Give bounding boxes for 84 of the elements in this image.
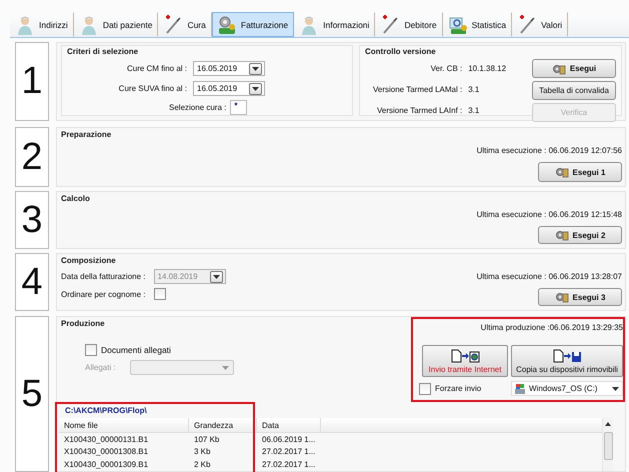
output-button[interactable]: Copia su dispositivi rimovibili — [511, 345, 623, 377]
last-run-text: Ultima esecuzione : 06.06.2019 12:15:48 — [476, 210, 622, 219]
step-number: 4 — [15, 253, 49, 311]
dropdown-caret-icon — [212, 274, 220, 278]
selection-field[interactable]: * — [230, 100, 248, 115]
version-value: 3.1 — [468, 85, 480, 94]
version-label: Versione Tarmed LAMal : — [373, 85, 462, 94]
field-label: Selezione cura : — [169, 103, 226, 112]
scroll-up-icon — [605, 422, 611, 426]
field-label: Cure SUVA fino al : — [118, 84, 187, 93]
group-title: Produzione — [61, 319, 106, 328]
doctor-icon — [15, 14, 35, 34]
gear-coin-icon — [554, 166, 569, 178]
tab[interactable]: Indirizzi — [10, 12, 74, 37]
version-label: Versione Tarmed LAInf : — [376, 106, 462, 115]
scrollbar[interactable] — [602, 418, 613, 470]
field-label: Ordinare per cognome : — [61, 290, 146, 298]
action-button[interactable]: Esegui — [532, 59, 616, 78]
dropdown-caret-icon — [252, 66, 259, 70]
checkbox-label: Documenti allegati — [101, 345, 171, 355]
version-label: Ver. CB : — [430, 64, 462, 73]
table-cell-text: X100430_00001309.B1 — [63, 460, 150, 469]
syringe-icon — [380, 14, 400, 34]
table-cell-text: 27.02.2017 1... — [261, 447, 316, 456]
gears-icon — [216, 14, 237, 34]
step-number: 1 — [15, 42, 49, 121]
group-title: Calcolo — [61, 194, 91, 203]
column-header[interactable]: Data — [257, 418, 321, 432]
group-title: Composizione — [61, 256, 117, 265]
table-cell-text: 107 Kb — [193, 434, 220, 444]
tab[interactable]: Informazioni — [294, 12, 376, 37]
gear-coin-icon — [554, 291, 569, 303]
document-to-globe-icon — [450, 348, 480, 362]
table-cell-text: X100430_00001308.B1 — [63, 447, 150, 456]
step-number: 5 — [15, 316, 49, 472]
drive-dropdown[interactable]: Windows7_OS (C:) — [511, 381, 623, 396]
tab[interactable]: Valori — [512, 12, 568, 37]
group-title: Controllo versione — [365, 47, 437, 56]
dropdown-caret-icon — [612, 386, 619, 390]
checkbox-label: Forzare invio — [435, 384, 482, 393]
column-header[interactable]: Nome file — [59, 418, 189, 432]
last-run-text: Ultima esecuzione : 06.06.2019 13:28:07 — [476, 272, 622, 281]
date-field[interactable]: 16.05.2019 — [193, 61, 265, 76]
step-number: 3 — [15, 191, 49, 249]
step-number: 2 — [15, 127, 49, 187]
document-to-floppy-icon — [552, 348, 582, 362]
scrollbar-thumb[interactable] — [604, 432, 612, 460]
tab[interactable]: Statistica — [442, 12, 512, 37]
folder-path: C:\AKCM\PROG\Flop\ — [64, 406, 148, 417]
date-field: 14.08.2019 — [154, 269, 226, 284]
group-title: Criteri di selezione — [67, 47, 140, 56]
dropdown-caret-icon — [222, 366, 229, 370]
group-title: Preparazione — [61, 130, 112, 139]
date-field[interactable]: 16.05.2019 — [193, 81, 265, 96]
checkbox[interactable] — [419, 382, 431, 394]
table-cell-text: 06.06.2019 1... — [261, 434, 316, 444]
last-production-text: Ultima produzione :06.06.2019 13:29:35 — [480, 323, 623, 332]
gear-coin-icon — [554, 229, 569, 241]
tab[interactable]: Dati paziente — [74, 12, 158, 37]
action-button[interactable]: Tabella di convalida — [532, 81, 616, 100]
version-value: 10.1.38.12 — [468, 64, 508, 73]
syringe-icon — [517, 14, 538, 34]
checkbox[interactable] — [85, 344, 97, 356]
table-cell-text: 3 Kb — [193, 447, 212, 456]
field-label: Data della fatturazione : — [61, 272, 146, 281]
run-button[interactable]: Esegui 3 — [538, 288, 622, 306]
drive-icon — [514, 382, 526, 394]
table-cell-text: 2 Kb — [193, 460, 212, 469]
last-run-text: Ultima esecuzione : 06.06.2019 12:07:56 — [476, 146, 622, 155]
run-button[interactable]: Esegui 2 — [538, 226, 622, 244]
checkbox[interactable] — [154, 288, 166, 300]
gear-coin-icon — [552, 62, 566, 74]
dropdown-caret-icon — [252, 86, 259, 90]
field-label: Allegati : — [85, 363, 116, 372]
tab[interactable]: Fatturazione — [212, 12, 294, 37]
table-cell-text: 27.02.2017 1... — [261, 460, 316, 469]
statistics-icon — [448, 14, 468, 34]
syringe-icon — [163, 14, 184, 34]
table-cell-text: X100430_00000131.B1 — [63, 434, 150, 444]
column-header[interactable]: Grandezza — [189, 418, 257, 432]
version-value: 3.1 — [468, 106, 480, 115]
field-label: Cure CM fino al : — [126, 64, 187, 73]
tab[interactable]: Debitore — [375, 12, 443, 37]
run-button[interactable]: Esegui 1 — [538, 162, 622, 182]
